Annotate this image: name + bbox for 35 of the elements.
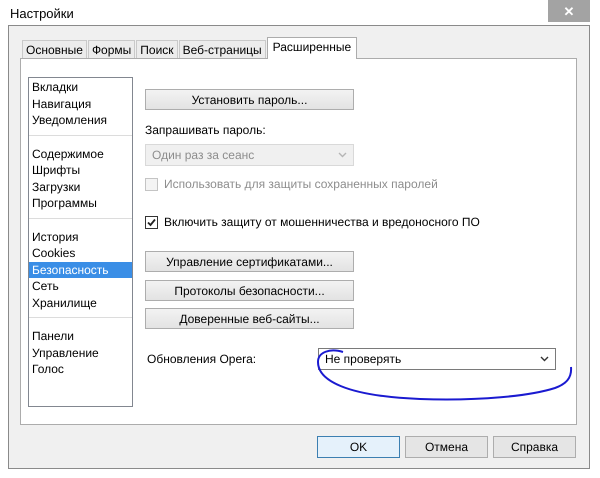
sidebar-item[interactable]: Сеть (29, 278, 132, 294)
dialog-button[interactable]: Протоколы безопасности... (145, 280, 354, 301)
window-title: Настройки (10, 6, 74, 21)
checkbox-label: Включить защиту от мошенничества и вредоносного ПО (164, 215, 480, 229)
sidebar-item[interactable]: Хранилище (29, 294, 132, 311)
dialog-button[interactable]: Справка (493, 436, 576, 458)
sidebar-item[interactable]: Cookies (29, 245, 132, 262)
checkbox-label: Использовать для защиты сохраненных паролей (164, 177, 438, 191)
sidebar-item[interactable]: Содержимое (29, 146, 132, 162)
chevron-down-icon (338, 152, 347, 158)
sidebar-item[interactable]: Загрузки (29, 178, 132, 195)
sidebar-item[interactable]: Программы (29, 195, 132, 212)
dialog-button[interactable]: Установить пароль... (145, 89, 354, 110)
sidebar-item[interactable]: Шрифты (29, 162, 132, 178)
sidebar-item[interactable]: Панели (29, 328, 132, 344)
chevron-down-icon (540, 356, 549, 362)
tab[interactable]: Расширенные (266, 37, 358, 59)
tab[interactable]: Веб-страницы (178, 40, 266, 58)
sidebar-item[interactable]: Управление (29, 344, 132, 361)
sidebar-item[interactable]: Вкладки (29, 79, 132, 96)
sidebar-item[interactable]: Уведомления (29, 112, 132, 128)
dialog-button[interactable]: Доверенные веб-сайты... (145, 308, 354, 329)
checkbox[interactable] (145, 216, 158, 228)
sidebar-item[interactable]: История (29, 228, 132, 245)
sidebar-item[interactable]: Навигация (29, 96, 132, 112)
dialog-button[interactable]: OK (317, 436, 400, 458)
tab[interactable]: Поиск (136, 40, 178, 58)
dropdown[interactable]: Не проверять (318, 348, 556, 370)
tab[interactable]: Формы (88, 40, 136, 58)
dialog-button[interactable]: Отмена (405, 436, 488, 458)
dialog-button[interactable]: Управление сертификатами... (145, 251, 354, 272)
tab[interactable]: Основные (22, 40, 87, 58)
sidebar-item[interactable]: Голос (29, 361, 132, 378)
field-label: Запрашивать пароль: (145, 123, 266, 137)
field-label: Обновления Opera: (146, 352, 258, 366)
